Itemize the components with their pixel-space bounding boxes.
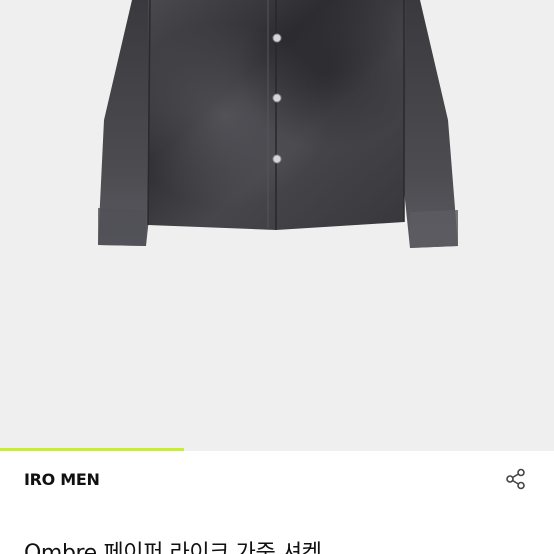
jacket-illustration: [98, 0, 458, 248]
product-title: Ombre 페이퍼 라이크 가죽 셔켓: [24, 541, 322, 554]
product-detail-screen: IRO MEN Ombre 페이퍼 라이크 가죽 셔켓: [0, 0, 554, 554]
product-info: IRO MEN Ombre 페이퍼 라이크 가죽 셔켓: [0, 451, 554, 554]
brand-name[interactable]: IRO MEN: [24, 470, 100, 489]
share-icon: [506, 468, 525, 490]
share-button[interactable]: [502, 465, 530, 493]
product-image[interactable]: [0, 0, 554, 448]
